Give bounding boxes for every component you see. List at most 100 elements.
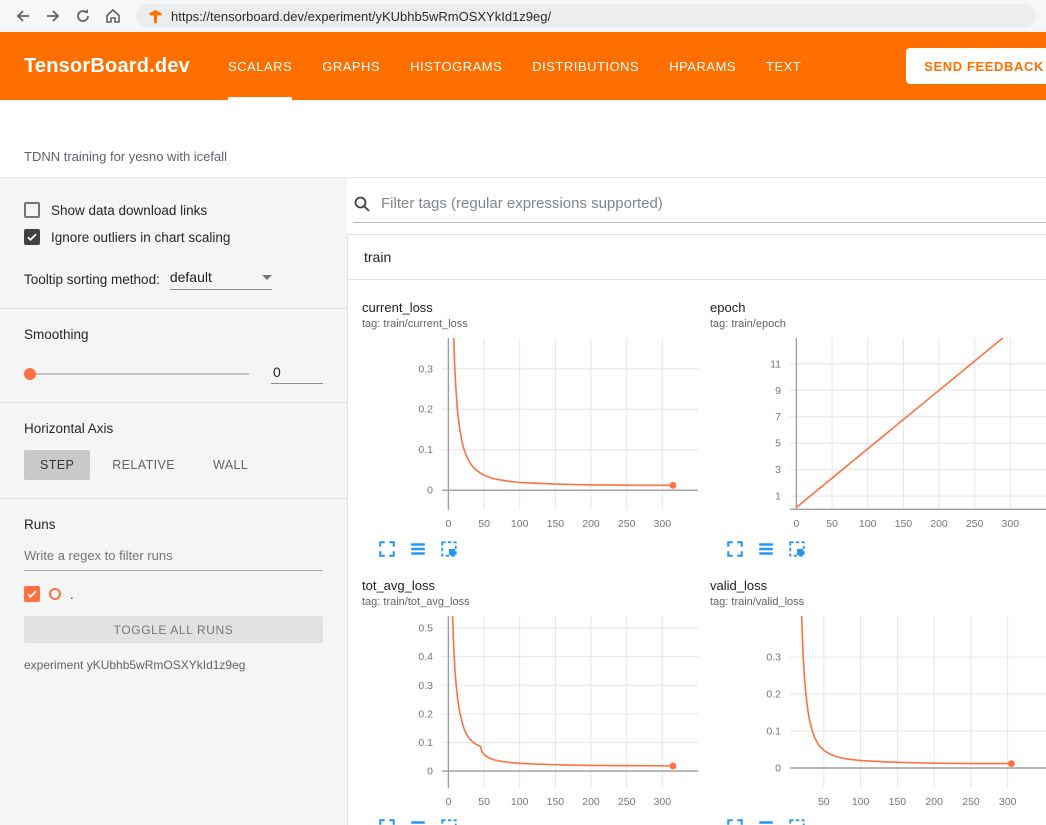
data-table-icon[interactable] xyxy=(757,540,775,558)
expand-chart-icon[interactable] xyxy=(378,818,396,825)
content: Show data download links Ignore outliers… xyxy=(0,178,1046,825)
run-name: . xyxy=(70,587,74,602)
expand-chart-icon[interactable] xyxy=(726,540,744,558)
run-row[interactable]: . xyxy=(24,586,323,602)
svg-text:150: 150 xyxy=(547,796,565,808)
svg-text:0.3: 0.3 xyxy=(418,680,433,692)
data-table-icon[interactable] xyxy=(409,818,427,825)
svg-text:0: 0 xyxy=(427,485,433,497)
svg-text:0.2: 0.2 xyxy=(418,708,433,720)
forward-icon[interactable] xyxy=(40,3,66,29)
expand-chart-icon[interactable] xyxy=(726,818,744,825)
chevron-down-icon xyxy=(262,275,272,280)
tooltip-sorting-dropdown[interactable]: default xyxy=(170,269,272,290)
slider-thumb[interactable] xyxy=(24,368,36,380)
svg-text:200: 200 xyxy=(930,518,948,530)
sidebar-divider xyxy=(0,308,347,309)
svg-text:300: 300 xyxy=(999,796,1017,808)
tab-scalars[interactable]: SCALARS xyxy=(228,32,292,100)
run-checkbox[interactable] xyxy=(24,586,40,602)
scalar-chart[interactable]: 00.10.20.30.40.5050100150200250300 xyxy=(362,612,704,814)
experiment-subtitle-bar: TDNN training for yesno with icefall xyxy=(0,100,1046,178)
svg-text:300: 300 xyxy=(1002,518,1020,530)
fit-domain-icon[interactable] xyxy=(788,818,806,825)
svg-text:1: 1 xyxy=(775,491,781,503)
tab-histograms[interactable]: HISTOGRAMS xyxy=(410,32,502,100)
svg-text:150: 150 xyxy=(547,518,565,530)
runs-filter-input[interactable] xyxy=(24,540,323,571)
tab-hparams[interactable]: HPARAMS xyxy=(669,32,736,100)
scalars-main-panel: train current_loss tag: train/current_lo… xyxy=(347,178,1046,825)
svg-text:50: 50 xyxy=(478,796,490,808)
tab-text[interactable]: TEXT xyxy=(766,32,801,100)
data-table-icon[interactable] xyxy=(409,540,427,558)
home-icon[interactable] xyxy=(100,3,126,29)
svg-text:3: 3 xyxy=(775,464,781,476)
axis-wall-button[interactable]: WALL xyxy=(197,450,264,480)
app-header: TensorBoard.dev SCALARS GRAPHS HISTOGRAM… xyxy=(0,32,1046,100)
browser-chrome: https://tensorboard.dev/experiment/yKUbh… xyxy=(0,0,1046,32)
svg-text:0.5: 0.5 xyxy=(418,623,433,635)
chart-card-current-loss: current_loss tag: train/current_loss 0 0.… xyxy=(356,300,704,558)
axis-relative-button[interactable]: RELATIVE xyxy=(96,450,191,480)
chart-actions xyxy=(362,818,704,825)
tab-distributions[interactable]: DISTRIBUTIONS xyxy=(532,32,639,100)
chart-title: epoch xyxy=(710,300,1046,315)
brand-title: TensorBoard.dev xyxy=(24,55,190,78)
tooltip-sorting-value: default xyxy=(170,269,212,285)
smoothing-value-field[interactable] xyxy=(271,364,323,384)
svg-text:0: 0 xyxy=(427,766,433,778)
svg-text:0.1: 0.1 xyxy=(766,726,781,738)
chart-actions xyxy=(710,540,1046,558)
tooltip-sorting-label: Tooltip sorting method: xyxy=(24,272,160,287)
data-table-icon[interactable] xyxy=(757,818,775,825)
scalar-chart[interactable]: 1357911050100150200250300 xyxy=(710,334,1046,536)
train-section-card: train current_loss tag: train/current_lo… xyxy=(347,234,1046,825)
tag-filter-input[interactable] xyxy=(379,194,1046,213)
svg-text:0.1: 0.1 xyxy=(418,737,433,749)
fit-domain-icon[interactable] xyxy=(788,540,806,558)
svg-text:0.2: 0.2 xyxy=(418,404,433,416)
sidebar-divider xyxy=(0,402,347,403)
svg-text:0: 0 xyxy=(775,763,781,775)
chart-tag: tag: train/tot_avg_loss xyxy=(362,596,704,608)
svg-text:50: 50 xyxy=(826,518,838,530)
toggle-all-runs-button[interactable]: TOGGLE ALL RUNS xyxy=(24,616,323,643)
back-icon[interactable] xyxy=(10,3,36,29)
svg-text:0.4: 0.4 xyxy=(418,651,433,663)
svg-text:200: 200 xyxy=(925,796,943,808)
show-download-links-checkbox[interactable] xyxy=(24,202,40,218)
chart-tag: tag: train/valid_loss xyxy=(710,596,1046,608)
svg-text:250: 250 xyxy=(962,796,980,808)
experiment-subtitle: TDNN training for yesno with icefall xyxy=(24,149,227,164)
section-header-train[interactable]: train xyxy=(348,235,1046,280)
chart-title: current_loss xyxy=(362,300,704,315)
ignore-outliers-checkbox[interactable] xyxy=(24,229,40,245)
address-bar[interactable]: https://tensorboard.dev/experiment/yKUbh… xyxy=(136,4,1036,28)
fit-domain-icon[interactable] xyxy=(440,540,458,558)
svg-text:150: 150 xyxy=(895,518,913,530)
svg-text:50: 50 xyxy=(478,518,490,530)
svg-text:9: 9 xyxy=(775,385,781,397)
svg-text:100: 100 xyxy=(852,796,870,808)
chart-card-tot-avg-loss: tot_avg_loss tag: train/tot_avg_loss 00.… xyxy=(356,578,704,825)
chart-card-valid-loss: valid_loss tag: train/valid_loss 00.10.2… xyxy=(704,578,1046,825)
horizontal-axis-label: Horizontal Axis xyxy=(24,421,323,436)
slider-track xyxy=(24,373,249,375)
svg-text:0: 0 xyxy=(793,518,799,530)
fit-domain-icon[interactable] xyxy=(440,818,458,825)
svg-text:0.2: 0.2 xyxy=(766,689,781,701)
scalar-chart[interactable]: 00.10.20.350100150200250300 xyxy=(710,612,1046,814)
axis-step-button[interactable]: STEP xyxy=(24,450,90,480)
url-text: https://tensorboard.dev/experiment/yKUbh… xyxy=(171,9,551,24)
smoothing-label: Smoothing xyxy=(24,327,323,342)
tab-graphs[interactable]: GRAPHS xyxy=(322,32,380,100)
reload-icon[interactable] xyxy=(70,3,96,29)
smoothing-slider[interactable] xyxy=(24,367,249,381)
chart-tag: tag: train/current_loss xyxy=(362,318,704,330)
expand-chart-icon[interactable] xyxy=(378,540,396,558)
show-download-links-label: Show data download links xyxy=(51,203,207,218)
send-feedback-button[interactable]: SEND FEEDBACK xyxy=(906,48,1046,84)
top-nav: SCALARS GRAPHS HISTOGRAMS DISTRIBUTIONS … xyxy=(228,32,801,100)
scalar-chart[interactable]: 00.10.20.3050100150200250300 xyxy=(362,334,704,536)
